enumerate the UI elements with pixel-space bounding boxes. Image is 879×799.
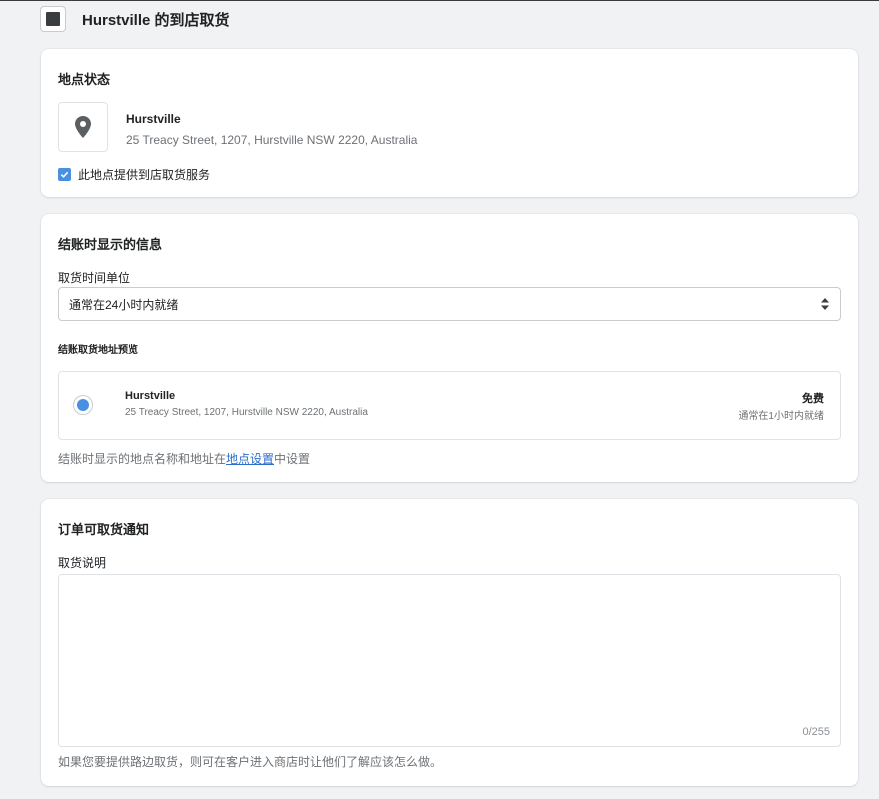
help-prefix: 结账时显示的地点名称和地址在	[58, 452, 227, 466]
char-count: 0/255	[802, 726, 830, 738]
pickup-notification-title: 订单可取货通知	[58, 522, 150, 537]
checkout-info-card: 结账时显示的信息 取货时间单位 通常在24小时内就绪 结账取货地址预览 Hurs…	[41, 214, 858, 482]
location-settings-link[interactable]: 地点设置	[226, 452, 274, 466]
location-name: Hurstville	[126, 112, 181, 126]
pickup-preview: Hurstville 25 Treacy Street, 1207, Hurst…	[58, 371, 841, 440]
preview-ready-time: 通常在1小时内就绪	[738, 411, 824, 422]
preview-title: 结账取货地址预览	[58, 345, 138, 356]
back-button[interactable]	[40, 6, 66, 32]
location-status-card: 地点状态 Hurstville 25 Treacy Street, 1207, …	[41, 49, 858, 197]
pickup-checkbox-label[interactable]: 此地点提供到店取货服务	[78, 166, 210, 183]
pickup-checkbox[interactable]	[58, 168, 71, 181]
preview-location-address: 25 Treacy Street, 1207, Hurstville NSW 2…	[125, 407, 368, 418]
preview-radio	[73, 395, 93, 415]
back-icon	[46, 12, 60, 26]
pickup-notification-card: 订单可取货通知 取货说明 0/255 如果您要提供路边取货，则可在客户进入商店时…	[41, 499, 858, 786]
pickup-instructions-help: 如果您要提供路边取货，则可在客户进入商店时让他们了解应该怎么做。	[58, 755, 443, 769]
checkmark-icon	[60, 171, 69, 178]
location-address: 25 Treacy Street, 1207, Hurstville NSW 2…	[126, 133, 418, 147]
pickup-time-select[interactable]: 通常在24小时内就绪	[58, 287, 841, 321]
pickup-instructions-textarea[interactable]: 0/255	[58, 574, 841, 747]
location-settings-help: 结账时显示的地点名称和地址在地点设置中设置	[58, 450, 310, 467]
help-suffix: 中设置	[274, 452, 311, 466]
preview-location-name: Hurstville	[125, 390, 176, 402]
pickup-instructions-label: 取货说明	[58, 556, 107, 570]
location-thumbnail	[58, 102, 108, 152]
radio-dot	[77, 399, 89, 411]
pickup-time-value: 通常在24小时内就绪	[69, 297, 179, 312]
location-pin-icon	[75, 116, 91, 138]
pickup-checkbox-row[interactable]: 此地点提供到店取货服务	[58, 166, 210, 183]
pickup-time-label: 取货时间单位	[58, 271, 131, 285]
location-status-title: 地点状态	[58, 72, 111, 87]
page-title: Hurstville 的到店取货	[82, 11, 230, 29]
checkout-info-title: 结账时显示的信息	[58, 237, 163, 252]
preview-price: 免费	[802, 393, 824, 405]
page-header: Hurstville 的到店取货	[40, 5, 230, 33]
select-arrows-icon	[821, 298, 829, 310]
